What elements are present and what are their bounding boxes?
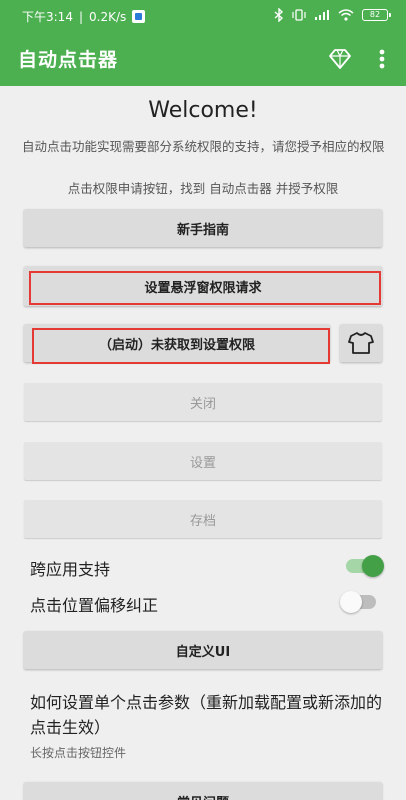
cross-app-label: 跨应用支持 [30, 560, 111, 579]
signal-icon [315, 10, 329, 20]
status-left: 下午3:14 | 0.2K/s [22, 8, 146, 25]
switch-knob [340, 591, 362, 613]
main-content: Welcome! 自动点击功能实现需要部分系统权限的支持，请您授予相应的权限 点… [0, 86, 406, 800]
battery-indicator: 82 [362, 9, 391, 21]
status-bar: 下午3:14 | 0.2K/s 82 [0, 0, 406, 32]
howto-subtitle: 长按点击按钮控件 [30, 746, 127, 760]
overlay-permission-button[interactable]: 设置悬浮窗权限请求 [24, 266, 382, 306]
cross-app-row: 跨应用支持 [30, 552, 384, 582]
bluetooth-icon [274, 8, 284, 22]
guide-button[interactable]: 新手指南 [24, 209, 382, 247]
switch-knob [362, 555, 384, 577]
wifi-icon [338, 9, 354, 21]
vibrate-icon [292, 9, 306, 21]
welcome-heading: Welcome! [148, 98, 258, 123]
tshirt-icon [348, 332, 374, 354]
settings-button[interactable]: 设置 [24, 442, 382, 480]
offset-correction-switch[interactable] [340, 591, 376, 613]
app-toolbar: 自动点击器 [0, 32, 406, 86]
app-title: 自动点击器 [18, 49, 119, 71]
status-right: 82 [274, 8, 391, 22]
permission-instruction: 点击权限申请按钮，找到 自动点击器 并授予权限 [67, 181, 339, 196]
start-button[interactable]: （启动）未获取到设置权限 [24, 324, 330, 362]
cross-app-switch[interactable] [346, 555, 384, 577]
faq-button[interactable]: 常见问题 [24, 782, 382, 800]
status-speed: 0.2K/s [89, 9, 127, 24]
howto-title: 如何设置单个点击参数（重新加载配置或新添加的点击生效） [30, 693, 383, 737]
custom-ui-button[interactable]: 自定义UI [24, 631, 382, 669]
more-vert-icon[interactable] [374, 45, 390, 73]
notification-app-icon [132, 10, 146, 23]
status-separator: | [78, 9, 83, 24]
status-time: 下午3:14 [22, 10, 73, 24]
permission-description: 自动点击功能实现需要部分系统权限的支持，请您授予相应的权限 [22, 139, 385, 154]
theme-button[interactable] [340, 324, 382, 362]
close-button[interactable]: 关闭 [24, 383, 382, 421]
offset-correction-row: 点击位置偏移纠正 [30, 588, 376, 618]
archive-button[interactable]: 存档 [24, 500, 382, 538]
diamond-icon[interactable] [328, 47, 352, 71]
offset-correction-label: 点击位置偏移纠正 [30, 596, 159, 615]
